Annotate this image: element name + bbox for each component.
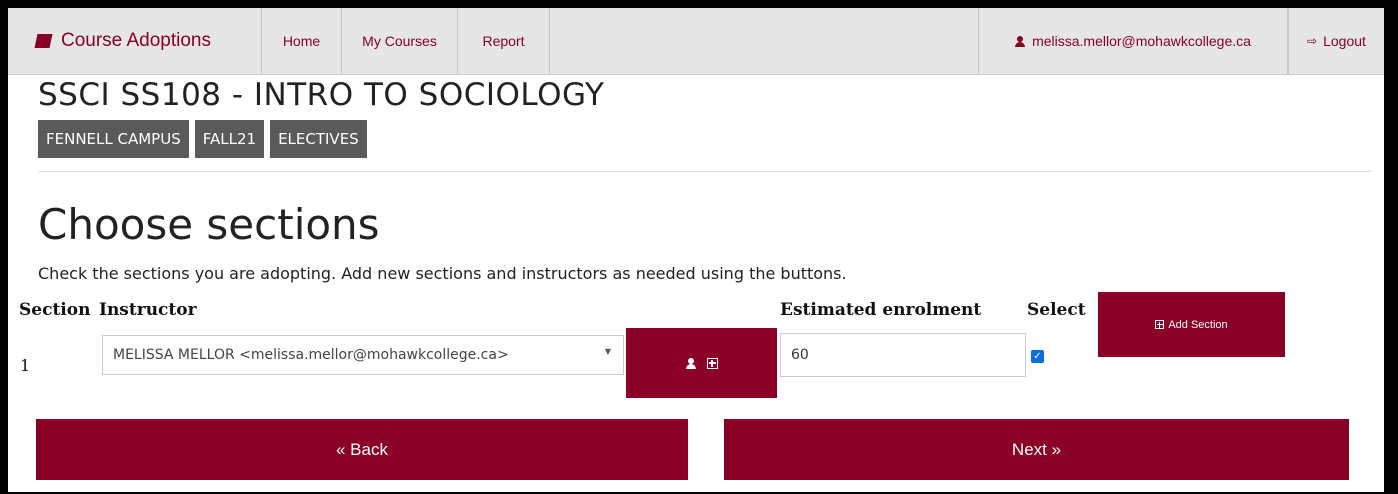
enrolment-input[interactable]: 60: [780, 333, 1026, 377]
tag-campus: FENNELL CAMPUS: [38, 120, 189, 158]
section-number: 1: [20, 356, 31, 375]
user-icon: [685, 357, 696, 369]
page: Course Adoptions Home My Courses Report …: [8, 8, 1384, 492]
book-icon: [34, 34, 53, 48]
next-button[interactable]: Next »: [724, 419, 1349, 480]
nav-report-link[interactable]: Report: [458, 8, 550, 74]
top-navbar: Course Adoptions Home My Courses Report …: [8, 8, 1384, 75]
logout-icon: ⇨: [1307, 34, 1318, 48]
brand-link[interactable]: Course Adoptions: [8, 8, 262, 74]
tag-category: ELECTIVES: [270, 120, 367, 158]
plus-square-icon: [1155, 320, 1165, 329]
column-header-enrolment: Estimated enrolment: [780, 300, 982, 320]
user-icon: [1015, 35, 1026, 47]
user-account-link[interactable]: melissa.mellor@mohawkcollege.ca: [978, 8, 1288, 74]
instructor-select[interactable]: MELISSA MELLOR <melissa.mellor@mohawkcol…: [102, 335, 624, 375]
divider: [38, 171, 1372, 172]
instructor-selected-value: MELISSA MELLOR <melissa.mellor@mohawkcol…: [113, 347, 509, 363]
add-section-label: Add Section: [1168, 318, 1228, 331]
column-header-select: Select: [1027, 300, 1086, 320]
column-header-section: Section: [19, 300, 91, 320]
add-section-button[interactable]: Add Section: [1098, 292, 1285, 357]
brand-label: Course Adoptions: [61, 30, 211, 51]
add-instructor-button[interactable]: [626, 328, 777, 398]
logout-link[interactable]: ⇨ Logout: [1288, 8, 1384, 74]
back-button[interactable]: « Back: [36, 419, 688, 480]
caret-down-icon: ▼: [604, 347, 611, 356]
course-title: SSCI SS108 - INTRO TO SOCIOLOGY: [38, 77, 605, 113]
checkmark-icon: ✓: [1033, 351, 1042, 362]
tag-term: FALL21: [194, 120, 265, 158]
user-email: melissa.mellor@mohawkcollege.ca: [1032, 33, 1251, 49]
select-checkbox[interactable]: ✓: [1031, 350, 1044, 363]
nav-home-link[interactable]: Home: [262, 8, 342, 74]
nav-my-courses-link[interactable]: My Courses: [342, 8, 458, 74]
course-tags: FENNELL CAMPUS FALL21 ELECTIVES: [38, 120, 373, 158]
column-header-instructor: Instructor: [99, 300, 197, 320]
instructions-text: Check the sections you are adopting. Add…: [38, 264, 847, 283]
logout-label: Logout: [1323, 33, 1366, 49]
page-heading: Choose sections: [38, 200, 380, 249]
plus-square-icon: [706, 357, 718, 369]
